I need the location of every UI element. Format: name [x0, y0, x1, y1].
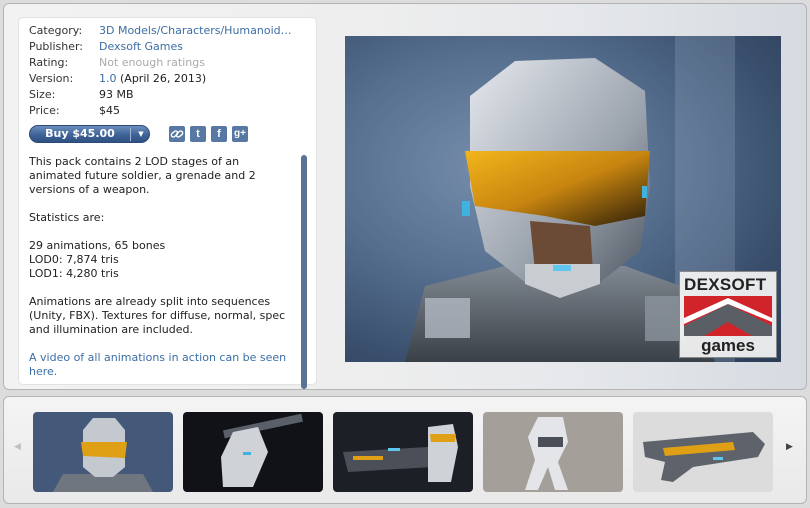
buy-button[interactable]: Buy $45.00 ▼ — [29, 125, 150, 143]
description-paragraph: This pack contains 2 LOD stages of an an… — [29, 155, 256, 196]
category-label: Category: — [29, 24, 83, 37]
thumbnail-2[interactable] — [183, 412, 323, 492]
stat-lod1: LOD1: 4,280 tris — [29, 267, 119, 280]
chevron-left-icon[interactable]: ◀ — [14, 442, 21, 452]
chevron-down-icon[interactable]: ▼ — [134, 126, 148, 142]
buy-button-label: Buy $45.00 — [45, 127, 115, 140]
statistics-heading: Statistics are: — [29, 211, 105, 224]
publisher-link[interactable]: Dexsoft Games — [99, 39, 183, 55]
dexsoft-logo: DEXSOFT games — [679, 271, 777, 358]
description-paragraph: Animations are already split into sequen… — [29, 295, 286, 336]
thumbnail-4[interactable] — [483, 412, 623, 492]
stat-lod0: LOD0: 7,874 tris — [29, 253, 119, 266]
product-description: This pack contains 2 LOD stages of an an… — [29, 155, 291, 377]
thumbnail-5[interactable] — [633, 412, 773, 492]
stat-animations: 29 animations, 65 bones — [29, 239, 166, 252]
version-value: 1.0 (April 26, 2013) — [99, 71, 206, 87]
logo-wordmark: DEXSOFT — [684, 275, 767, 294]
version-date: (April 26, 2013) — [120, 72, 207, 85]
thumbnail-strip: ◀ ▶ — [3, 396, 807, 504]
version-label: Version: — [29, 72, 74, 85]
video-link[interactable]: A video of all animations in action can … — [29, 351, 291, 377]
thumbnail-3[interactable] — [333, 412, 473, 492]
product-info-card: Category: 3D Models/Characters/Humanoid…… — [18, 17, 317, 389]
price-label: Price: — [29, 104, 60, 117]
hero-image[interactable]: DEXSOFT games — [345, 36, 781, 362]
size-value: 93 MB — [99, 88, 134, 101]
rating-value: Not enough ratings — [99, 56, 205, 69]
chevron-right-icon[interactable]: ▶ — [786, 442, 793, 452]
thumbnail-1[interactable] — [33, 412, 173, 492]
twitter-icon[interactable]: t — [190, 126, 206, 142]
link-icon[interactable] — [169, 126, 185, 142]
size-label: Size: — [29, 88, 56, 101]
rating-label: Rating: — [29, 56, 69, 69]
version-number-link[interactable]: 1.0 — [99, 72, 117, 85]
description-scrollbar[interactable] — [301, 155, 307, 389]
facebook-icon[interactable]: f — [211, 126, 227, 142]
google-plus-icon[interactable]: g+ — [232, 126, 248, 142]
price-value: $45 — [99, 104, 120, 117]
publisher-label: Publisher: — [29, 40, 84, 53]
logo-subtitle: games — [701, 336, 755, 355]
category-link[interactable]: 3D Models/Characters/Humanoid… — [99, 23, 292, 39]
buy-button-divider — [130, 128, 131, 141]
product-panel: Category: 3D Models/Characters/Humanoid…… — [3, 3, 807, 390]
